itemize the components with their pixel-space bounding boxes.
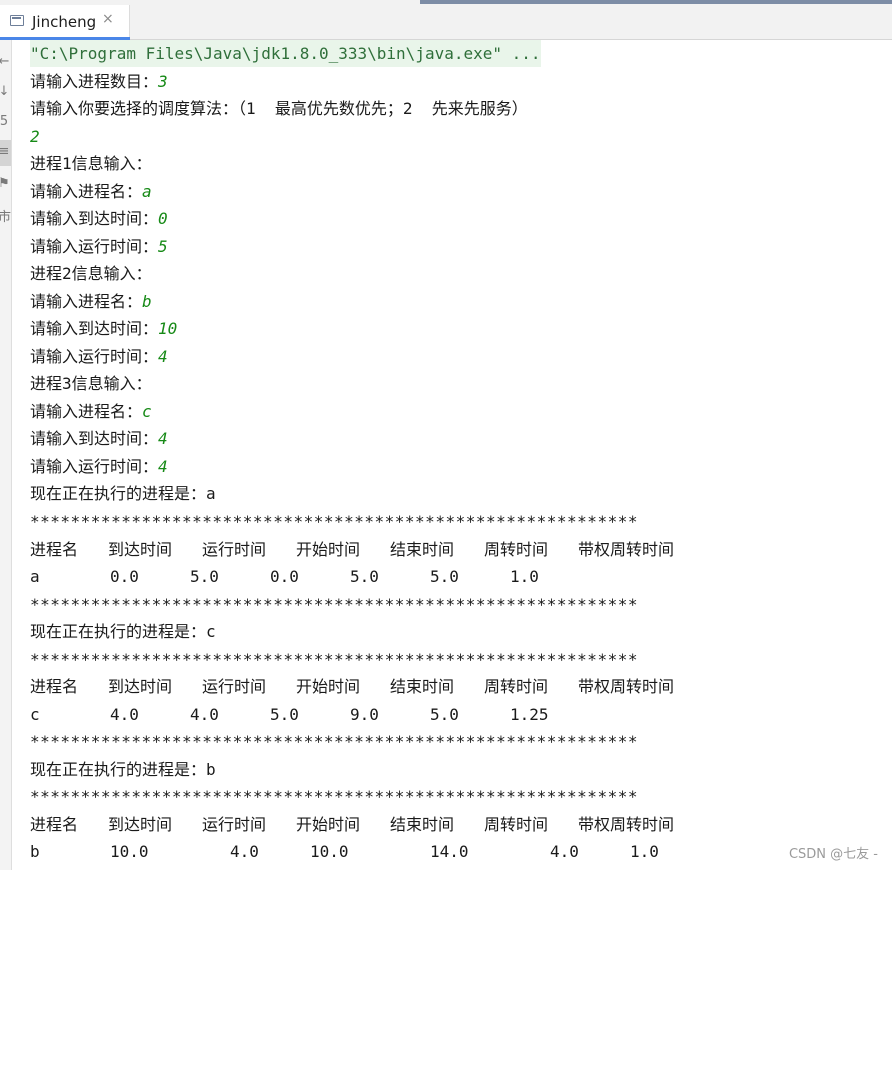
running-process-line: 现在正在执行的进程是：c bbox=[30, 622, 216, 641]
watermark: CSDN @七友 - bbox=[788, 847, 878, 862]
header-cell: 进程名 bbox=[30, 677, 79, 696]
console-line: 请输入运行时间：4 bbox=[30, 457, 168, 476]
table-header-row: 进程名 到达时间 运行时间 开始时间 结束时间 周转时间 带权周转时间 bbox=[30, 536, 890, 563]
console-line: 进程1信息输入： bbox=[30, 154, 152, 173]
header-cell: 带权周转时间 bbox=[578, 677, 675, 696]
separator-line: ****************************************… bbox=[30, 512, 638, 531]
header-cell: 周转时间 bbox=[484, 540, 549, 559]
console-line: 请输入运行时间：4 bbox=[30, 347, 168, 366]
header-cell: 进程名 bbox=[30, 815, 79, 834]
console-line: 进程3信息输入： bbox=[30, 374, 152, 393]
tab-bar: Jincheng × bbox=[0, 0, 892, 40]
separator-line: ****************************************… bbox=[30, 732, 638, 751]
rerun-icon[interactable]: ← bbox=[0, 54, 10, 69]
console-tool-gutter: ← ↓ 5 ≡ ⚑ 市 bbox=[0, 40, 12, 870]
run-command: "C:\Program Files\Java\jdk1.8.0_333\bin\… bbox=[30, 40, 541, 67]
tab-title: Jincheng bbox=[32, 13, 97, 31]
table-row: c 4.0 4.0 5.0 9.0 5.0 1.25 bbox=[30, 705, 549, 724]
header-cell: 开始时间 bbox=[296, 677, 361, 696]
separator-line: ****************************************… bbox=[30, 787, 638, 806]
console-line: 请输入进程数目：3 bbox=[30, 72, 168, 91]
running-process-line: 现在正在执行的进程是：a bbox=[30, 484, 216, 503]
tab-jincheng[interactable]: Jincheng × bbox=[0, 5, 130, 40]
header-cell: 到达时间 bbox=[108, 815, 173, 834]
filter-icon[interactable]: ≡ bbox=[0, 144, 10, 159]
header-cell: 运行时间 bbox=[202, 677, 267, 696]
pin-icon[interactable]: ⚑ bbox=[0, 176, 10, 191]
header-cell: 结束时间 bbox=[390, 677, 455, 696]
table-row: a 0.0 5.0 0.0 5.0 5.0 1.0 bbox=[30, 567, 539, 586]
header-cell: 运行时间 bbox=[202, 815, 267, 834]
table-row: b 10.0 4.0 10.0 14.0 4.0 1.0 bbox=[30, 842, 659, 861]
header-cell: 开始时间 bbox=[296, 815, 361, 834]
header-cell: 周转时间 bbox=[484, 815, 549, 834]
print-icon[interactable]: 市 bbox=[0, 206, 11, 225]
header-cell: 进程名 bbox=[30, 540, 79, 559]
header-cell: 到达时间 bbox=[108, 540, 173, 559]
separator-line: ****************************************… bbox=[30, 595, 638, 614]
console-line: 请输入你要选择的调度算法：（1 最高优先数优先；2 先来先服务） bbox=[30, 99, 528, 118]
separator-line: ****************************************… bbox=[30, 650, 638, 669]
header-cell: 开始时间 bbox=[296, 540, 361, 559]
console-line: 请输入到达时间：0 bbox=[30, 209, 168, 228]
header-cell: 带权周转时间 bbox=[578, 815, 675, 834]
user-input: 2 bbox=[30, 127, 40, 146]
console-line: 请输入进程名：a bbox=[30, 182, 152, 201]
close-icon[interactable]: × bbox=[102, 11, 114, 27]
toolbar-accent-line bbox=[420, 0, 892, 4]
header-cell: 结束时间 bbox=[390, 815, 455, 834]
header-cell: 到达时间 bbox=[108, 677, 173, 696]
scroll-down-icon[interactable]: ↓ bbox=[0, 84, 10, 99]
header-cell: 带权周转时间 bbox=[578, 540, 675, 559]
console-line: 请输入进程名：c bbox=[30, 402, 152, 421]
console-icon bbox=[10, 15, 24, 26]
header-cell: 结束时间 bbox=[390, 540, 455, 559]
table-header-row: 进程名 到达时间 运行时间 开始时间 结束时间 周转时间 带权周转时间 bbox=[30, 673, 890, 700]
console-line: 请输入到达时间：10 bbox=[30, 319, 178, 338]
header-cell: 运行时间 bbox=[202, 540, 267, 559]
header-cell: 周转时间 bbox=[484, 677, 549, 696]
wrap-icon[interactable]: 5 bbox=[0, 114, 10, 129]
console-line: 请输入到达时间：4 bbox=[30, 429, 168, 448]
running-process-line: 现在正在执行的进程是：b bbox=[30, 760, 216, 779]
console-line: 进程2信息输入： bbox=[30, 264, 152, 283]
console-line: 请输入进程名：b bbox=[30, 292, 152, 311]
table-header-row: 进程名 到达时间 运行时间 开始时间 结束时间 周转时间 带权周转时间 bbox=[30, 811, 890, 838]
console-line: 请输入运行时间：5 bbox=[30, 237, 168, 256]
